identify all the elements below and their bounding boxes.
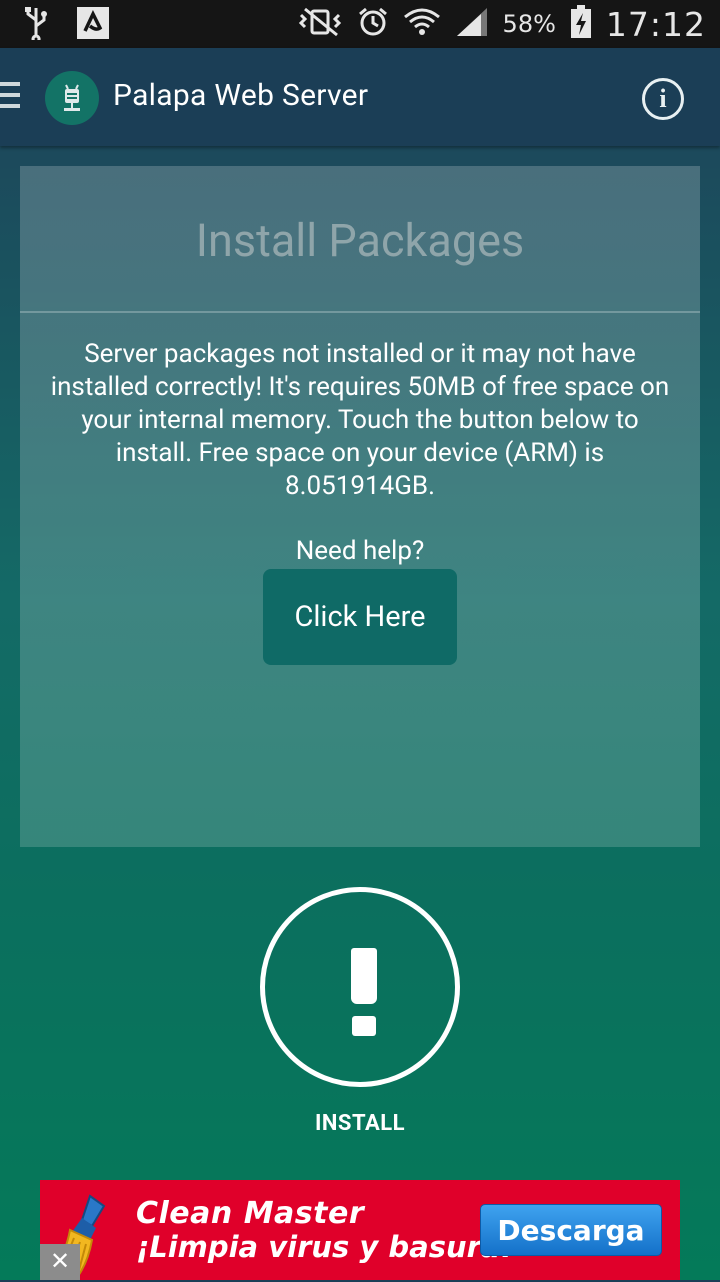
hamburger-icon[interactable] bbox=[0, 82, 20, 112]
exclamation-icon bbox=[351, 948, 377, 1004]
usb-icon bbox=[22, 6, 50, 44]
avast-icon bbox=[76, 6, 110, 44]
ad-close-icon[interactable]: ✕ bbox=[40, 1244, 80, 1280]
ad-banner[interactable]: Clean Master ¡Limpia virus y basura! Des… bbox=[40, 1180, 680, 1280]
app-title: Palapa Web Server bbox=[113, 78, 369, 113]
wifi-icon bbox=[403, 5, 441, 43]
android-server-icon[interactable] bbox=[45, 71, 99, 125]
install-packages-card bbox=[20, 166, 700, 847]
need-help-text: Need help? bbox=[295, 536, 425, 566]
ad-download-button[interactable]: Descarga bbox=[480, 1204, 662, 1256]
ad-title: Clean Master bbox=[136, 1196, 365, 1231]
install-button[interactable] bbox=[260, 887, 460, 1087]
info-icon[interactable]: i bbox=[642, 78, 684, 120]
card-title: Install Packages bbox=[195, 214, 525, 267]
battery-percent: 58% bbox=[502, 10, 556, 38]
install-label[interactable]: INSTALL bbox=[0, 1111, 720, 1136]
battery-icon bbox=[570, 5, 592, 43]
ad-subtitle: ¡Limpia virus y basura! bbox=[136, 1230, 514, 1264]
card-message: Server packages not installed or it may … bbox=[50, 339, 670, 501]
alarm-icon bbox=[357, 6, 389, 42]
vibrate-mute-icon bbox=[297, 7, 343, 41]
status-bar: 58% 17:12 bbox=[0, 0, 720, 48]
signal-icon bbox=[455, 6, 489, 42]
click-here-button[interactable]: Click Here bbox=[263, 569, 457, 665]
app-bar: Palapa Web Server i bbox=[0, 48, 720, 146]
card-divider bbox=[20, 311, 700, 313]
status-time: 17:12 bbox=[605, 4, 706, 44]
